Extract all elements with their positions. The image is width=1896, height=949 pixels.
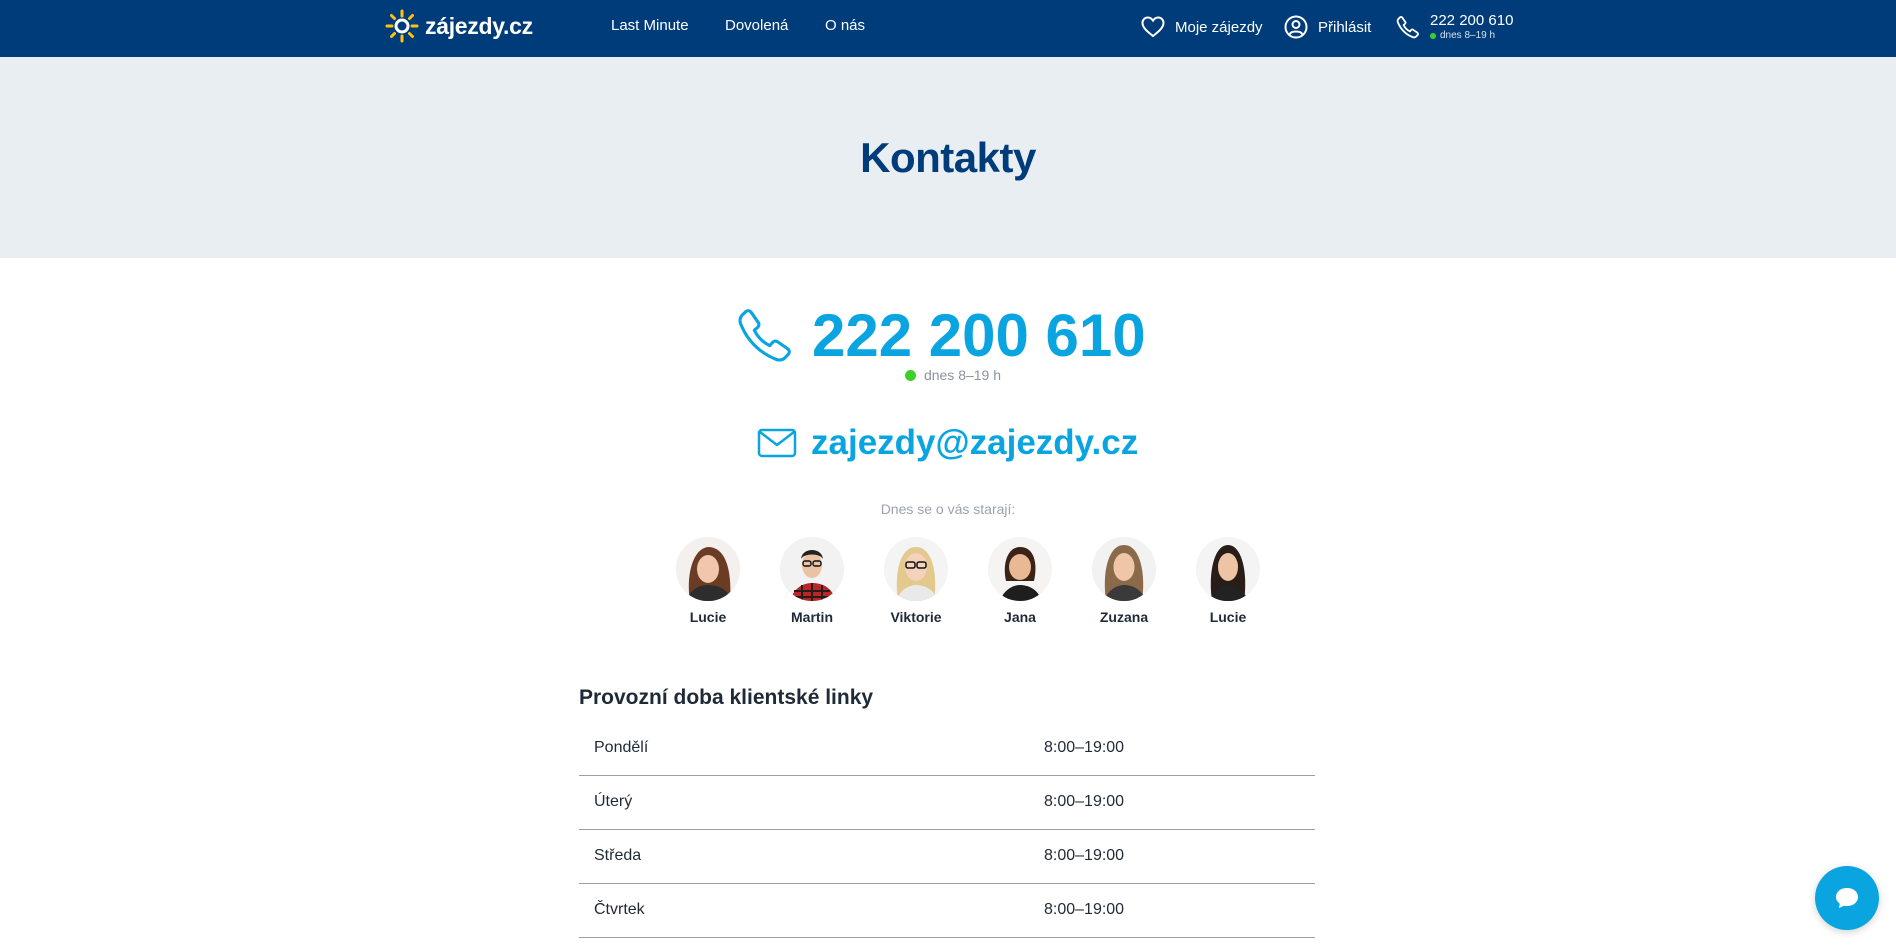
avatar xyxy=(1196,537,1260,601)
avatar xyxy=(988,537,1052,601)
avatar xyxy=(780,537,844,601)
team-member: Lucie xyxy=(1176,537,1280,625)
header-phone-link[interactable]: 222 200 610 dnes 8–19 h xyxy=(1396,13,1513,41)
user-icon xyxy=(1284,15,1308,39)
avatar xyxy=(676,537,740,601)
time-cell: 8:00–19:00 xyxy=(1044,829,1315,884)
contact-email-link[interactable]: zajezdy@zajezdy.cz xyxy=(757,420,1138,466)
team-member-name: Zuzana xyxy=(1099,609,1149,625)
page-title: Kontakty xyxy=(860,134,1036,181)
team-member: Lucie xyxy=(656,537,760,625)
day-cell: Čtvrtek xyxy=(579,883,1044,938)
login-link[interactable]: Přihlásit xyxy=(1284,13,1371,41)
contact-phone-number: 222 200 610 xyxy=(812,301,1146,369)
online-indicator xyxy=(904,369,916,381)
day-cell: Úterý xyxy=(579,775,1044,830)
my-trips-label: Moje zájezdy xyxy=(1175,18,1263,36)
care-team-list: Lucie Martin Viktorie Jana Zuzana Lucie xyxy=(656,537,1280,625)
team-member-name: Lucie xyxy=(689,609,727,625)
opening-hours-title: Provozní doba klientské linky xyxy=(579,686,874,709)
header-phone-hours: dnes 8–19 h xyxy=(1440,30,1496,41)
time-cell: 8:00–19:00 xyxy=(1044,721,1315,776)
contact-hours: dnes 8–19 h xyxy=(0,367,1896,383)
phone-icon xyxy=(738,309,791,362)
envelope-icon xyxy=(757,428,797,458)
chat-button[interactable] xyxy=(1815,866,1879,930)
table-row: Úterý 8:00–19:00 xyxy=(579,775,1315,830)
login-label: Přihlásit xyxy=(1318,18,1372,36)
team-member: Viktorie xyxy=(864,537,968,625)
table-row: Čtvrtek 8:00–19:00 xyxy=(579,883,1315,938)
day-cell: Pondělí xyxy=(579,721,1044,776)
avatar xyxy=(1092,537,1156,601)
team-member-name: Viktorie xyxy=(890,609,942,625)
online-indicator xyxy=(1430,33,1436,39)
nav-dovolena[interactable]: Dovolená xyxy=(725,17,788,34)
team-member: Martin xyxy=(760,537,864,625)
phone-icon xyxy=(1396,16,1419,39)
sun-icon xyxy=(385,9,419,43)
time-cell: 8:00–19:00 xyxy=(1044,775,1315,830)
contact-phone-link[interactable]: 222 200 610 xyxy=(736,300,1146,370)
team-member-name: Lucie xyxy=(1209,609,1247,625)
team-member-name: Jana xyxy=(1004,609,1036,625)
contact-hours-text: dnes 8–19 h xyxy=(923,367,1002,383)
day-cell: Středa xyxy=(579,829,1044,884)
site-logo[interactable]: zájezdy.cz xyxy=(385,9,533,43)
opening-hours-section: Provozní doba klientské linky Pondělí 8:… xyxy=(579,686,1315,938)
table-row: Pondělí 8:00–19:00 xyxy=(579,721,1315,776)
table-row: Středa 8:00–19:00 xyxy=(579,829,1315,884)
opening-hours-table: Pondělí 8:00–19:00 Úterý 8:00–19:00 Stře… xyxy=(579,721,1315,938)
page-hero: Kontakty xyxy=(0,57,1896,258)
team-member-name: Martin xyxy=(791,609,833,625)
team-member: Jana xyxy=(968,537,1072,625)
logo-text: zájezdy.cz xyxy=(425,12,533,39)
nav-last-minute[interactable]: Last Minute xyxy=(611,17,689,34)
contact-email-address: zajezdy@zajezdy.cz xyxy=(811,423,1139,462)
heart-icon xyxy=(1141,16,1165,38)
time-cell: 8:00–19:00 xyxy=(1044,883,1315,938)
header-phone-number: 222 200 610 xyxy=(1430,12,1514,29)
my-trips-link[interactable]: Moje zájezdy xyxy=(1141,13,1263,41)
care-team-label: Dnes se o vás starají: xyxy=(880,501,1016,517)
chat-bubble-icon xyxy=(1836,888,1858,908)
team-member: Zuzana xyxy=(1072,537,1176,625)
nav-o-nas[interactable]: O nás xyxy=(825,17,865,34)
avatar xyxy=(884,537,948,601)
top-navigation-bar: zájezdy.cz Last Minute Dovolená O nás Mo… xyxy=(0,0,1896,57)
